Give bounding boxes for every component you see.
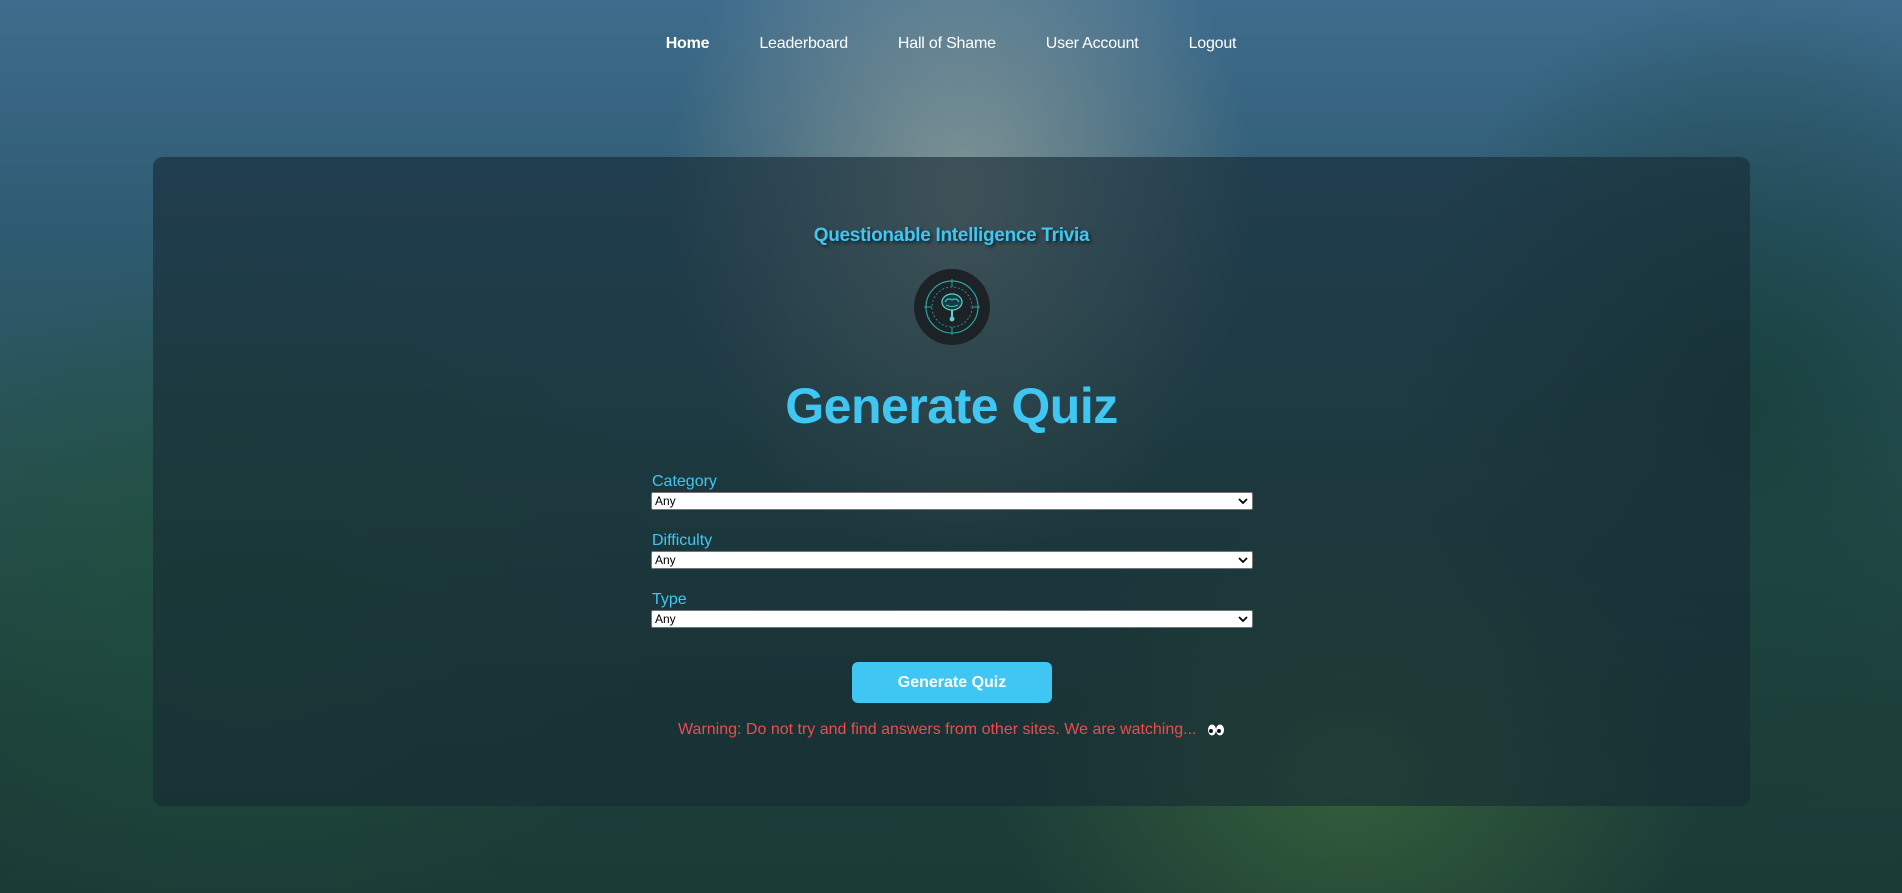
category-field: Category Any (651, 472, 1253, 510)
category-select[interactable]: Any (651, 492, 1253, 510)
chevron-down-icon (1238, 616, 1248, 623)
nav-hall-of-shame[interactable]: Hall of Shame (873, 35, 1021, 53)
chevron-down-icon (1238, 498, 1248, 505)
brand-name: Questionable Intelligence Trivia (813, 225, 1090, 246)
warning-message: Warning: Do not try and find answers fro… (153, 721, 1750, 739)
warning-text: Warning: Do not try and find answers fro… (678, 721, 1197, 738)
type-field: Type Any (651, 590, 1253, 628)
quiz-form: Category Any Difficulty Any Type Any (651, 472, 1253, 649)
type-label: Type (652, 591, 687, 608)
top-nav: Home Leaderboard Hall of Shame User Acco… (0, 0, 1902, 88)
brain-logo-icon (914, 269, 990, 345)
difficulty-label: Difficulty (652, 532, 713, 549)
nav-leaderboard[interactable]: Leaderboard (734, 35, 873, 53)
quiz-panel: Questionable Intelligence Trivia Generat… (153, 157, 1750, 806)
generate-quiz-button[interactable]: Generate Quiz (852, 662, 1052, 703)
nav-home[interactable]: Home (641, 35, 735, 53)
category-label: Category (652, 473, 717, 490)
nav-user-account[interactable]: User Account (1021, 35, 1164, 53)
difficulty-select[interactable]: Any (651, 551, 1253, 569)
eyes-icon (1207, 724, 1224, 736)
difficulty-select-value: Any (655, 553, 676, 567)
difficulty-field: Difficulty Any (651, 531, 1253, 569)
category-select-value: Any (655, 494, 676, 508)
chevron-down-icon (1238, 557, 1248, 564)
type-select-value: Any (655, 612, 676, 626)
page-title: Generate Quiz (785, 378, 1118, 434)
type-select[interactable]: Any (651, 610, 1253, 628)
nav-logout[interactable]: Logout (1164, 35, 1262, 53)
